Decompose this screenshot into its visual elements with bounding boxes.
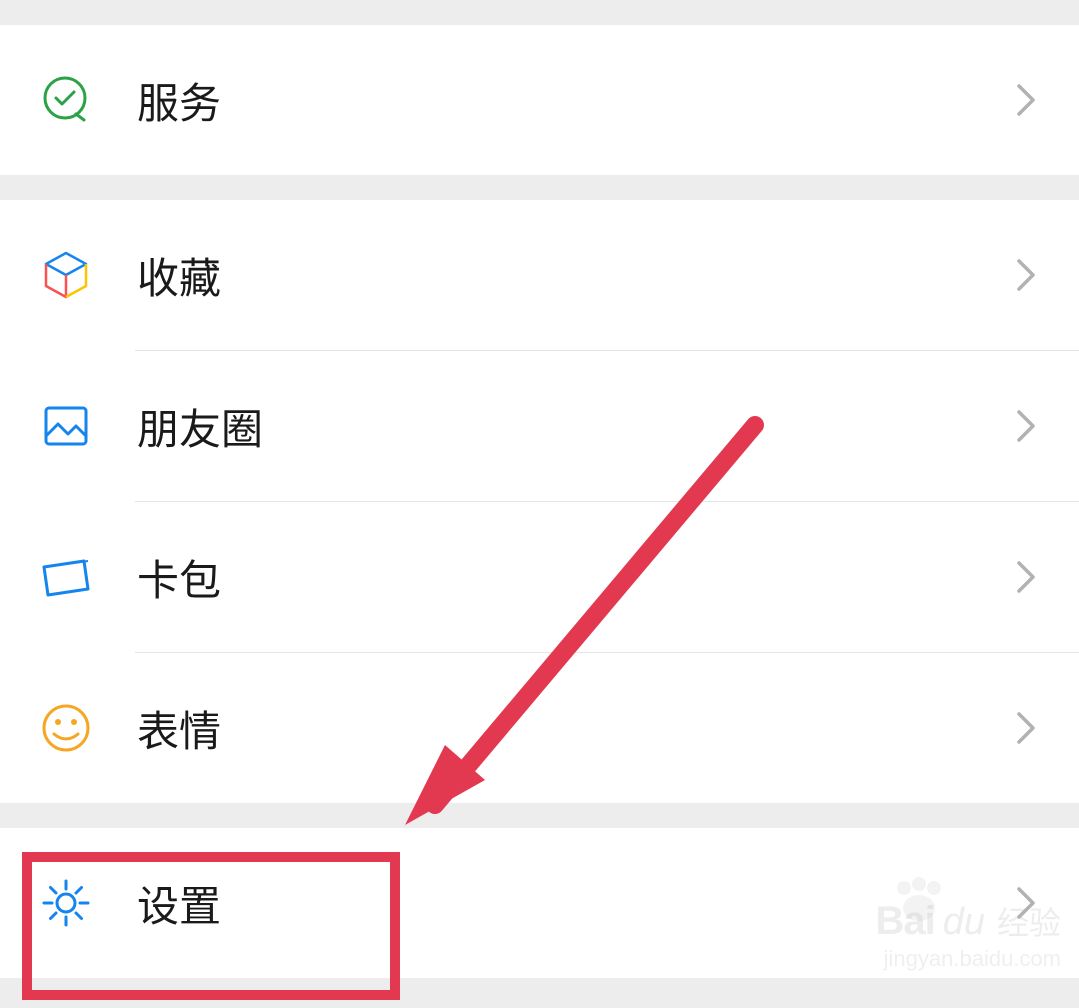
menu-section: 收藏 朋友圈 卡包 [0,200,1079,803]
watermark-paw-icon [889,876,949,926]
menu-label: 卡包 [137,547,1015,608]
menu-item-cards[interactable]: 卡包 [0,502,1079,652]
chevron-right-icon [1015,883,1039,923]
menu-label: 收藏 [137,245,1015,306]
chevron-right-icon [1015,80,1039,120]
chevron-right-icon [1015,255,1039,295]
menu-item-stickers[interactable]: 表情 [0,653,1079,803]
chevron-right-icon [1015,708,1039,748]
service-icon [40,74,92,126]
card-icon [40,551,92,603]
menu-label: 表情 [137,698,1015,759]
menu-label: 设置 [137,873,1015,934]
menu-item-favorites[interactable]: 收藏 [0,200,1079,350]
cube-icon [40,249,92,301]
menu-item-moments[interactable]: 朋友圈 [0,351,1079,501]
gear-icon [40,877,92,929]
chevron-right-icon [1015,557,1039,597]
menu-label: 朋友圈 [137,396,1015,457]
chevron-right-icon [1015,406,1039,446]
emoji-icon [40,702,92,754]
menu-item-services[interactable]: 服务 [0,25,1079,175]
moments-icon [40,400,92,452]
menu-label: 服务 [137,70,1015,131]
menu-section: 服务 [0,25,1079,175]
